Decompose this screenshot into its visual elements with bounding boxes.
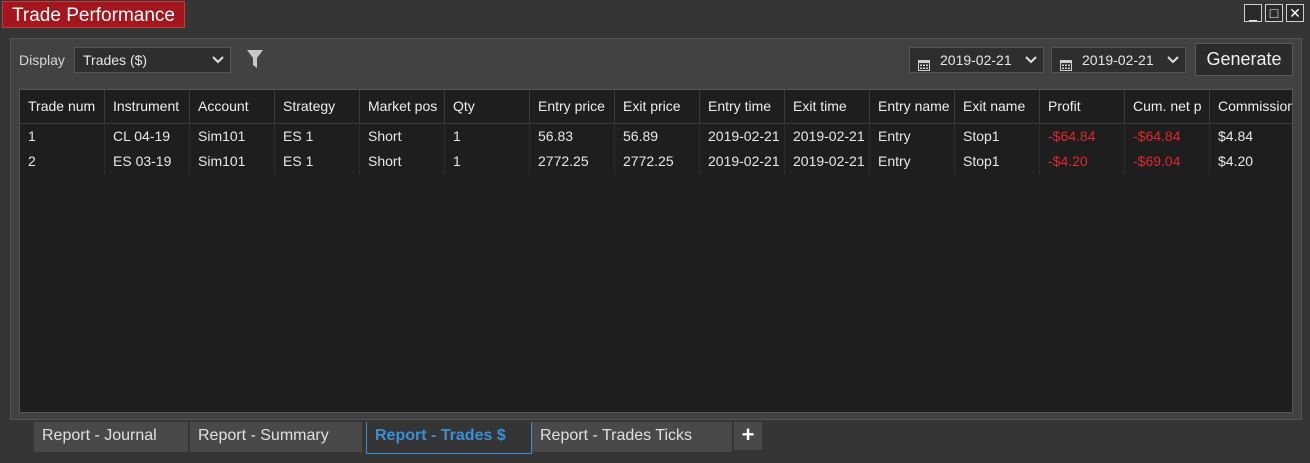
cell-exit-time: 2019-02-21: [785, 149, 870, 174]
column-header-exit-time[interactable]: Exit time: [785, 90, 870, 123]
cell-entry-price: 56.83: [530, 124, 615, 149]
add-tab-button[interactable]: +: [734, 422, 762, 450]
to-date-picker[interactable]: 2019-02-21: [1051, 47, 1186, 73]
cell-commission: $4.84: [1218, 128, 1254, 144]
column-header-commission[interactable]: Commission: [1210, 90, 1292, 123]
column-header-profit[interactable]: Profit: [1040, 90, 1125, 123]
generate-button[interactable]: Generate: [1195, 43, 1293, 76]
trades-grid[interactable]: Trade num Instrument Account Strategy Ma…: [19, 89, 1293, 413]
cell-account: Sim101: [190, 149, 275, 174]
calendar-icon: [918, 54, 930, 71]
window-title: Trade Performance: [2, 1, 185, 28]
cell-market-pos: Short: [360, 149, 445, 174]
cell-exit-name: Stop1: [955, 124, 1040, 149]
cell-market-pos: Short: [360, 124, 445, 149]
close-button[interactable]: ✕: [1286, 4, 1304, 22]
cell-exit-price: 56.89: [615, 124, 700, 149]
report-panel: Display Trades ($) 2019-02-21 2019-02-21…: [10, 38, 1302, 420]
maximize-button[interactable]: □: [1265, 4, 1283, 22]
column-header-account[interactable]: Account: [190, 90, 275, 123]
cell-trade-num: 1: [20, 124, 105, 149]
display-dropdown[interactable]: Trades ($): [74, 47, 231, 73]
toolbar: Display Trades ($) 2019-02-21 2019-02-21…: [11, 39, 1301, 81]
cell-cum-net-profit: -$64.84: [1125, 124, 1210, 149]
column-header-exit-price[interactable]: Exit price: [615, 90, 700, 123]
cell-entry-name: Entry: [870, 149, 955, 174]
cell-cum-net-profit: -$69.04: [1125, 149, 1210, 174]
trade-performance-window: Trade Performance _ □ ✕ Display Trades (…: [0, 0, 1310, 463]
chevron-down-icon: [212, 48, 224, 80]
cell-commission: $4.20: [1218, 153, 1254, 169]
display-dropdown-value: Trades ($): [83, 52, 148, 68]
chevron-down-icon: [1167, 48, 1179, 80]
column-header-trade-num[interactable]: Trade num: [20, 90, 105, 123]
title-bar[interactable]: Trade Performance _ □ ✕: [0, 0, 1310, 30]
tab-report-trades-ticks[interactable]: Report - Trades Ticks: [532, 422, 732, 452]
cell-qty: 1: [445, 124, 530, 149]
cell-instrument: CL 04-19: [105, 124, 190, 149]
to-date-value: 2019-02-21: [1082, 52, 1154, 68]
chevron-down-icon: [1025, 48, 1037, 80]
cell-entry-name: Entry: [870, 124, 955, 149]
from-date-picker[interactable]: 2019-02-21: [909, 47, 1044, 73]
column-header-entry-time[interactable]: Entry time: [700, 90, 785, 123]
grid-header: Trade num Instrument Account Strategy Ma…: [20, 90, 1292, 123]
column-header-qty[interactable]: Qty: [445, 90, 530, 123]
cell-account: Sim101: [190, 124, 275, 149]
minimize-button[interactable]: _: [1244, 4, 1262, 22]
column-header-strategy[interactable]: Strategy: [275, 90, 360, 123]
column-header-market-pos[interactable]: Market pos: [360, 90, 445, 123]
cell-trade-num: 2: [20, 149, 105, 174]
cell-entry-price: 2772.25: [530, 149, 615, 174]
calendar-icon: [1060, 54, 1072, 71]
display-label: Display: [19, 52, 65, 68]
cell-instrument: ES 03-19: [105, 149, 190, 174]
table-row[interactable]: 1 CL 04-19 Sim101 ES 1 Short 1 56.83 56.…: [20, 124, 1292, 149]
tab-report-summary[interactable]: Report - Summary: [190, 422, 362, 452]
cell-strategy: ES 1: [275, 124, 360, 149]
cell-exit-price: 2772.25: [615, 149, 700, 174]
cell-entry-time: 2019-02-21: [700, 124, 785, 149]
cell-exit-name: Stop1: [955, 149, 1040, 174]
cell-qty: 1: [445, 149, 530, 174]
cell-profit: -$64.84: [1040, 124, 1125, 149]
column-header-entry-price[interactable]: Entry price: [530, 90, 615, 123]
cell-entry-time: 2019-02-21: [700, 149, 785, 174]
column-header-entry-name[interactable]: Entry name: [870, 90, 955, 123]
cell-exit-time: 2019-02-21: [785, 124, 870, 149]
filter-icon[interactable]: [247, 50, 263, 74]
cell-strategy: ES 1: [275, 149, 360, 174]
column-header-cum-net-profit[interactable]: Cum. net p: [1125, 90, 1210, 123]
table-row[interactable]: 2 ES 03-19 Sim101 ES 1 Short 1 2772.25 2…: [20, 149, 1292, 174]
tab-report-journal[interactable]: Report - Journal: [34, 422, 188, 452]
tab-report-trades-dollar[interactable]: Report - Trades $: [366, 422, 532, 454]
from-date-value: 2019-02-21: [940, 52, 1012, 68]
column-header-instrument[interactable]: Instrument: [105, 90, 190, 123]
cell-profit: -$4.20: [1040, 149, 1125, 174]
column-header-exit-name[interactable]: Exit name: [955, 90, 1040, 123]
window-controls: _ □ ✕: [1244, 4, 1304, 22]
